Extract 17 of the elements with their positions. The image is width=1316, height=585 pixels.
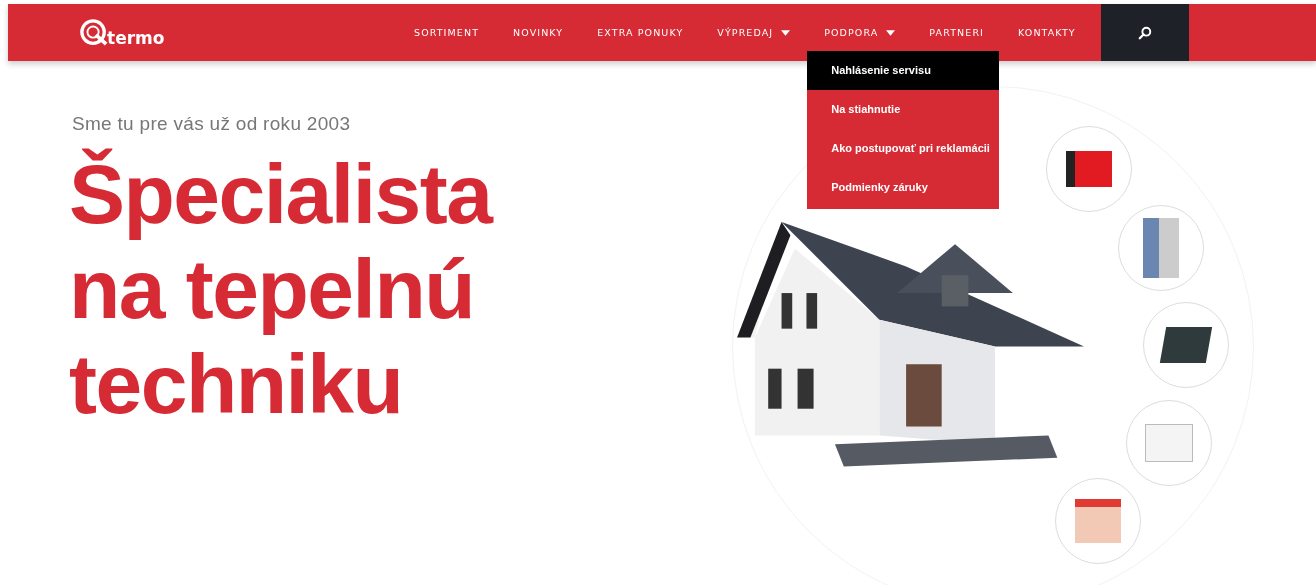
- nav-link[interactable]: NOVINKY: [496, 4, 581, 61]
- nav-link[interactable]: EXTRA PONUKY: [580, 4, 701, 61]
- nav-link[interactable]: KONTAKTY: [1001, 4, 1093, 61]
- logo-q-icon: [80, 18, 108, 47]
- search-icon: [1137, 25, 1152, 40]
- nav-link[interactable]: SORTIMENT: [397, 4, 497, 61]
- dropdown-item[interactable]: Podmienky záruky: [807, 168, 1000, 207]
- dropdown-item[interactable]: Na stiahnutie: [807, 90, 1000, 129]
- caret-icon: [886, 29, 896, 36]
- logo[interactable]: termo: [80, 18, 397, 47]
- caret-icon: [781, 29, 791, 36]
- dropdown-item[interactable]: Nahlásenie servisu: [807, 51, 1000, 90]
- nav-link[interactable]: VÝPREDAJ: [700, 4, 808, 61]
- hero-heading: Špecialista na tepelnú techniku: [69, 147, 494, 432]
- dropdown-item[interactable]: Ako postupovať pri reklamácii: [807, 129, 1000, 168]
- search-button[interactable]: [1100, 4, 1189, 61]
- tagline: Sme tu pre vás už od roku 2003: [72, 113, 352, 135]
